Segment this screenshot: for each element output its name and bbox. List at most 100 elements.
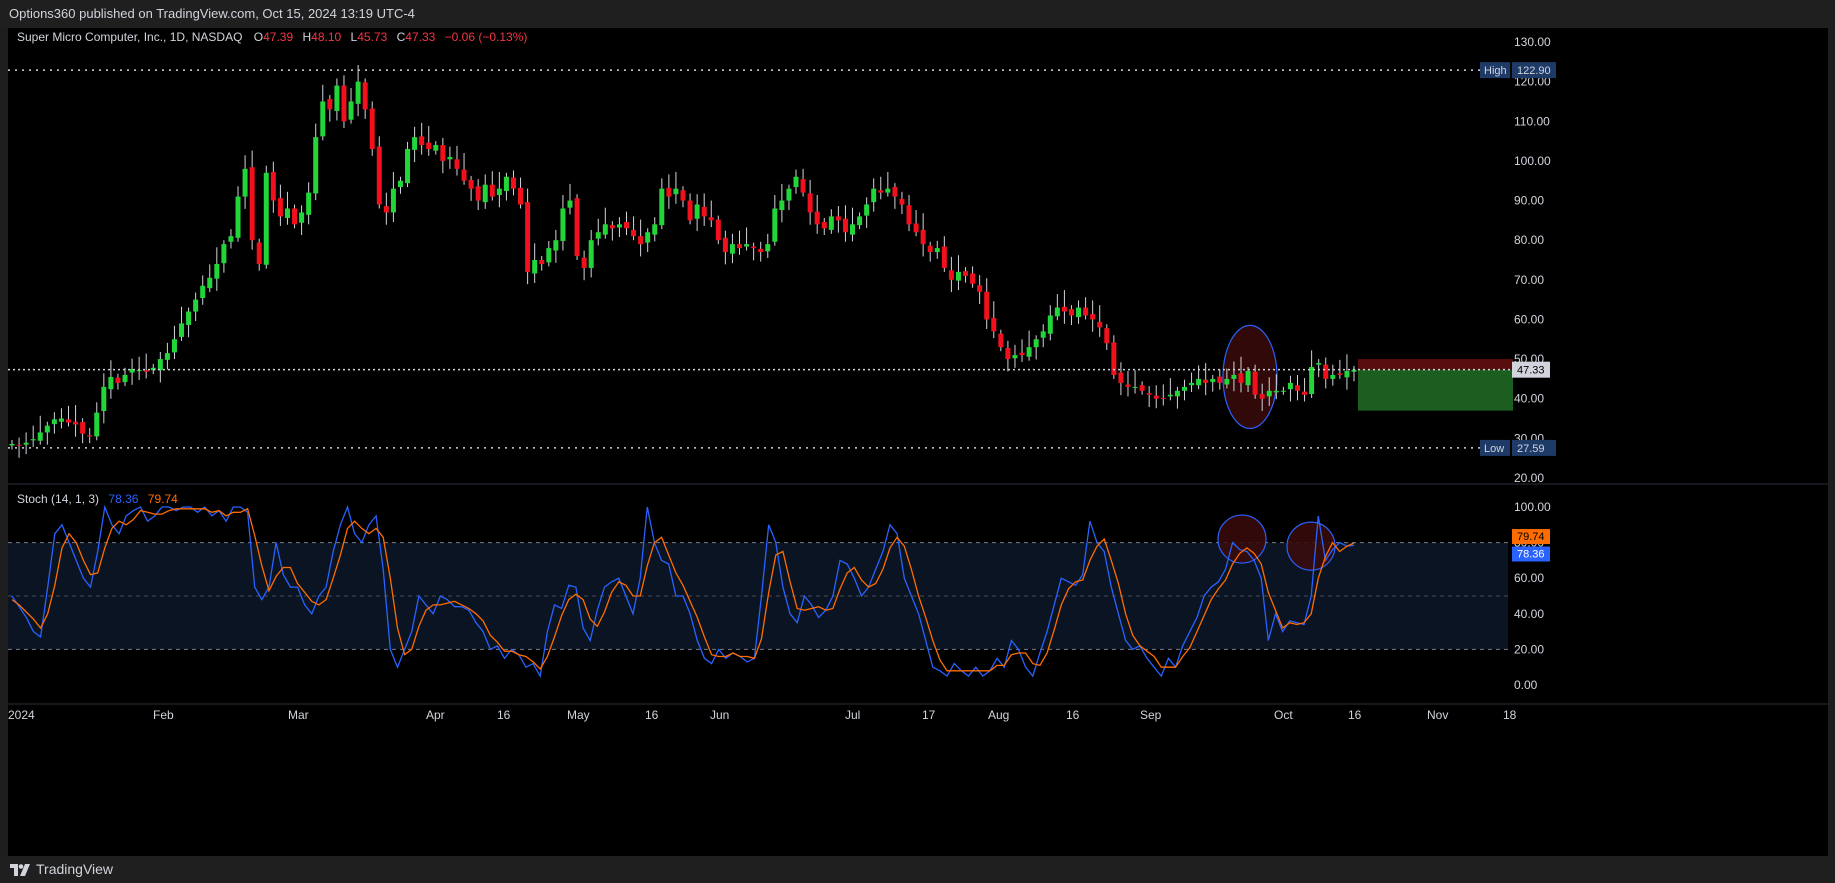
candle-body-up xyxy=(602,224,608,235)
candle-body-down xyxy=(1125,384,1131,387)
candle-body-down xyxy=(468,179,474,189)
candle-body-down xyxy=(1337,373,1343,375)
candle-body-down xyxy=(913,223,919,233)
time-axis-label: May xyxy=(567,708,590,722)
last-price-tag-value: 47.33 xyxy=(1517,365,1545,377)
candle-body-down xyxy=(899,198,905,205)
candle-body-down xyxy=(440,145,446,161)
candle-body-up xyxy=(306,192,312,215)
candle-body-up xyxy=(1167,394,1173,397)
candle-body-down xyxy=(454,159,460,169)
candle-body-up xyxy=(9,443,15,446)
candle xyxy=(616,217,622,238)
candle xyxy=(864,197,870,228)
profit-target-zone xyxy=(1358,369,1513,411)
candle-body-up xyxy=(1231,374,1237,379)
time-axis-label: Sep xyxy=(1140,708,1162,722)
candle xyxy=(1189,372,1195,392)
candle xyxy=(94,402,100,441)
time-axis-label: Aug xyxy=(988,708,1009,722)
candle-body-down xyxy=(941,246,947,268)
candle xyxy=(595,218,601,246)
candle xyxy=(164,342,170,370)
candle xyxy=(1160,384,1166,406)
candle xyxy=(751,242,757,261)
candle-body-up xyxy=(779,200,785,211)
candle-body-up xyxy=(348,101,354,120)
price-axis-tick: 130.00 xyxy=(1514,35,1551,49)
candle xyxy=(1019,339,1025,362)
candle xyxy=(1111,335,1117,379)
candle xyxy=(927,241,933,262)
candle-body-up xyxy=(334,85,340,111)
candle-body-up xyxy=(765,244,771,252)
tradingview-logo[interactable]: TradingView xyxy=(10,856,113,883)
candle xyxy=(814,194,820,234)
stoch-k-tag-value: 78.36 xyxy=(1517,549,1545,561)
candle-body-down xyxy=(362,82,368,110)
candle-body-down xyxy=(1104,328,1110,344)
candle xyxy=(1174,386,1180,409)
candle-body-down xyxy=(1083,307,1089,316)
tradingview-logo-icon xyxy=(10,863,30,876)
candle-body-up xyxy=(186,311,192,326)
candle xyxy=(510,170,516,196)
candle xyxy=(1026,330,1032,361)
candle-body-up xyxy=(616,224,622,228)
candle xyxy=(397,176,403,194)
candle-body-up xyxy=(729,244,735,254)
stop-loss-zone xyxy=(1358,359,1513,370)
candle xyxy=(66,405,72,427)
candle xyxy=(447,146,453,169)
candle-body-down xyxy=(87,435,93,437)
candle xyxy=(51,412,57,434)
candle-body-down xyxy=(1090,313,1096,320)
candle xyxy=(341,75,347,129)
stoch-axis-tick: 60.00 xyxy=(1514,571,1544,585)
candle xyxy=(532,243,538,283)
candle-body-up xyxy=(263,172,269,265)
candle xyxy=(758,241,764,262)
candle xyxy=(948,256,954,293)
candle xyxy=(23,432,29,455)
candle xyxy=(899,191,905,215)
candle-body-up xyxy=(496,188,502,195)
candle xyxy=(256,238,262,271)
candle-body-up xyxy=(553,240,559,251)
candle xyxy=(1294,374,1300,401)
candle xyxy=(680,186,686,208)
candle-body-down xyxy=(143,370,149,372)
candle-body-up xyxy=(313,137,319,194)
candle-body-down xyxy=(539,260,545,264)
candle xyxy=(58,408,64,429)
candle xyxy=(44,421,50,445)
candle xyxy=(645,228,651,253)
candle xyxy=(461,152,467,185)
candle-body-down xyxy=(1061,306,1067,312)
candle-body-up xyxy=(850,224,856,235)
candle xyxy=(623,211,629,236)
candle xyxy=(242,155,248,209)
stoch-highlight-circle xyxy=(1286,521,1336,571)
chart-svg[interactable]: 130.00120.00110.00100.0090.0080.0070.006… xyxy=(8,28,1828,856)
candle-body-up xyxy=(934,248,940,253)
candle xyxy=(977,275,983,304)
candle xyxy=(807,179,813,225)
candle xyxy=(609,221,615,241)
chart-area[interactable]: 130.00 120.00 110.00 100.00 90.00 80.00 70.00 6… xyxy=(8,28,1828,856)
candle-body-up xyxy=(44,425,50,433)
candle-body-up xyxy=(1344,370,1350,378)
candle xyxy=(1146,386,1152,408)
candle xyxy=(284,191,290,225)
candle xyxy=(362,78,368,119)
candle xyxy=(426,126,432,156)
candle xyxy=(221,240,227,273)
candle-body-down xyxy=(991,317,997,332)
candle xyxy=(143,353,149,379)
candle xyxy=(546,240,552,267)
high-tag: High 122.90 xyxy=(1480,62,1556,79)
candle-body-down xyxy=(581,257,587,268)
price-axis-tick: 90.00 xyxy=(1514,194,1544,208)
price-axis-tick: 20.00 xyxy=(1514,471,1544,485)
candle xyxy=(835,206,841,233)
